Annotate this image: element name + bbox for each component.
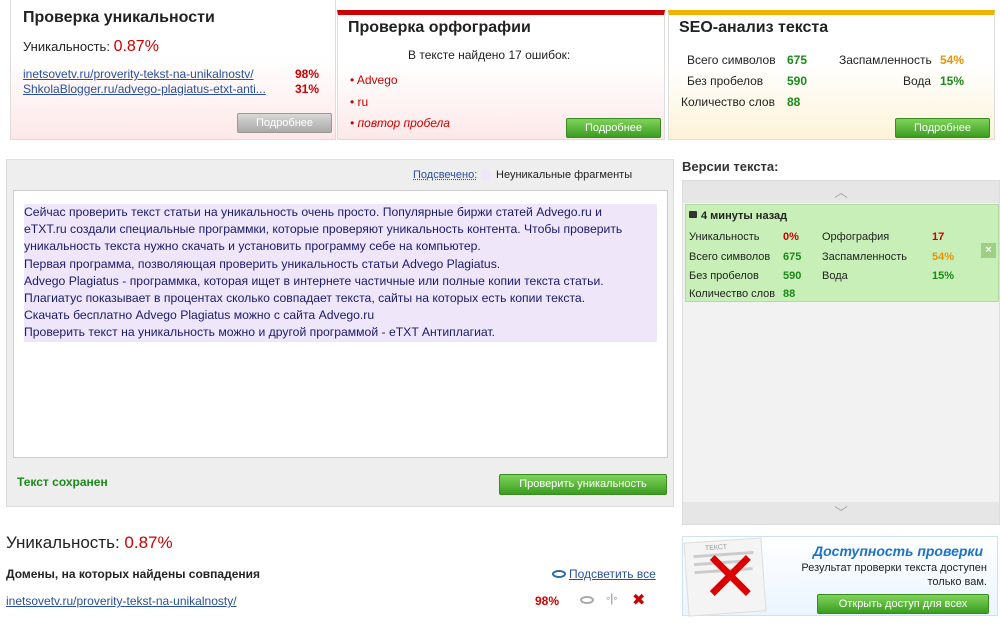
bottom-uniqueness: Уникальность: 0.87%: [6, 528, 674, 548]
spelling-details-button[interactable]: Подробнее: [566, 118, 661, 138]
uniqueness-details-button[interactable]: Подробнее: [237, 113, 332, 133]
access-box: ТЕКСТ ✕ Доступность проверки Результат п…: [682, 536, 998, 617]
lock-icon: [689, 211, 697, 218]
match-link-2[interactable]: ShkolaBlogger.ru/advego-plagiatus-etxt-a…: [23, 82, 266, 96]
uniqueness-card: Проверка уникальности Уникальность: 0.87…: [10, 0, 336, 140]
seo-card-title: SEO-анализ текста: [679, 19, 829, 36]
seo-words-value: 88: [787, 95, 801, 109]
text-editor[interactable]: Сейчас проверить текст статьи на уникаль…: [13, 190, 668, 458]
highlight-label[interactable]: Подсвечено:: [413, 169, 477, 181]
access-text-1: Результат проверки текста доступен: [801, 562, 987, 574]
seo-chars-label: Всего символов: [687, 53, 776, 67]
spelling-found: В тексте найдено 17 ошибок:: [408, 48, 571, 62]
access-text-2: только вам.: [927, 576, 987, 588]
ver-spam-value: 54%: [932, 251, 955, 263]
ver-spam-label: Заспамленность: [822, 251, 907, 263]
seo-spam-value: 54%: [940, 53, 965, 67]
seo-words-label: Количество слов: [681, 95, 775, 109]
uniqueness-summary: Уникальность: 0.87%: [23, 38, 159, 56]
ver-spell-label: Орфография: [822, 231, 890, 243]
seo-nospace-label: Без пробелов: [687, 74, 764, 88]
check-uniqueness-button[interactable]: Проверить уникальность: [499, 474, 667, 495]
saved-status: Текст сохранен: [17, 475, 108, 489]
text-line: Сейчас проверить текст статьи на уникаль…: [24, 204, 657, 222]
version-time: 4 минуты назад: [689, 210, 787, 222]
view-icon[interactable]: [580, 596, 594, 604]
versions-panel: ︿ 4 минуты назад Уникальность 0% Орфогра…: [682, 180, 1000, 525]
version-item[interactable]: 4 минуты назад Уникальность 0% Орфографи…: [685, 204, 999, 302]
ver-nospace-value: 590: [783, 270, 802, 282]
text-line: Первая программа, позволяющая проверить …: [24, 255, 657, 273]
seo-water-value: 15%: [940, 74, 965, 88]
domains-title: Домены, на которых найдены совпадения: [6, 567, 260, 581]
delete-icon[interactable]: ✖: [632, 590, 645, 610]
domain-link[interactable]: inetsovetv.ru/proverity-tekst-na-unikaln…: [6, 594, 237, 608]
text-line: Advego Plagiatus - программка, которая и…: [24, 272, 657, 291]
spelling-error-1[interactable]: • Advego: [350, 73, 398, 87]
ver-chars-value: 675: [783, 251, 802, 263]
legend-swatch: [481, 170, 491, 180]
compare-icon[interactable]: ◦|◦: [606, 591, 618, 605]
seo-chars-value: 675: [787, 53, 808, 67]
ver-words-label: Количество слов: [689, 288, 776, 300]
ver-words-value: 88: [783, 288, 796, 300]
ver-uniq-label: Уникальность: [689, 231, 760, 243]
match-link-1[interactable]: inetsovetv.ru/proverity-tekst-na-unikaln…: [23, 67, 254, 81]
ver-nospace-label: Без пробелов: [689, 270, 759, 282]
text-line: уникальность текста нужно скачать и уста…: [24, 238, 657, 256]
scroll-up-icon[interactable]: ︿: [683, 181, 999, 203]
bottom-uniq-value: 0.87%: [124, 533, 173, 548]
spelling-error-3[interactable]: • повтор пробела: [350, 116, 450, 130]
legend-label: Неуникальные фрагменты: [496, 169, 633, 181]
seo-water-label: Вода: [903, 74, 932, 88]
spelling-error-2[interactable]: • ru: [350, 95, 368, 109]
spelling-card-title: Проверка орфографии: [348, 19, 531, 36]
domain-pct: 98%: [535, 594, 560, 608]
seo-details-button[interactable]: Подробнее: [895, 118, 990, 138]
highlight-all[interactable]: Подсветить все: [552, 567, 656, 581]
match-pct-2: 31%: [295, 82, 320, 96]
ver-chars-label: Всего символов: [689, 251, 771, 263]
text-line: eTXT.ru создали специальные программки, …: [24, 221, 657, 239]
spelling-card: Проверка орфографии В тексте найдено 17 …: [337, 10, 665, 140]
scroll-down-icon[interactable]: ﹀: [683, 502, 999, 524]
match-pct-1: 98%: [295, 67, 320, 81]
uniqueness-label: Уникальность:: [23, 39, 110, 54]
seo-nospace-value: 590: [787, 74, 808, 88]
text-line: Плагиатус показывает в процентах сколько…: [24, 290, 657, 308]
ver-spell-value: 17: [932, 231, 945, 243]
seo-card: SEO-анализ текста Всего символов 675 Зас…: [668, 10, 995, 140]
uniqueness-card-title: Проверка уникальности: [23, 9, 215, 26]
bottom-uniq-label: Уникальность:: [6, 533, 120, 548]
seo-spam-label: Заспамленность: [839, 53, 932, 67]
uniqueness-value: 0.87%: [113, 38, 159, 55]
text-line: Скачать бесплатно Advego Plagiatus можно…: [24, 307, 657, 325]
ver-water-label: Вода: [822, 270, 848, 282]
delete-version-icon[interactable]: ×: [981, 243, 996, 258]
text-line: Проверить текст на уникальность можно и …: [24, 324, 657, 342]
ver-uniq-value: 0%: [783, 231, 799, 243]
ver-water-value: 15%: [932, 270, 955, 282]
eye-icon: [552, 570, 566, 578]
editor-panel: Подсвечено: Неуникальные фрагменты Сейча…: [6, 159, 674, 507]
versions-title: Версии текста:: [682, 159, 779, 174]
x-mark-icon: ✕: [701, 538, 760, 616]
access-title: Доступность проверки: [813, 543, 984, 559]
open-access-button[interactable]: Открыть доступ для всех: [817, 594, 989, 614]
